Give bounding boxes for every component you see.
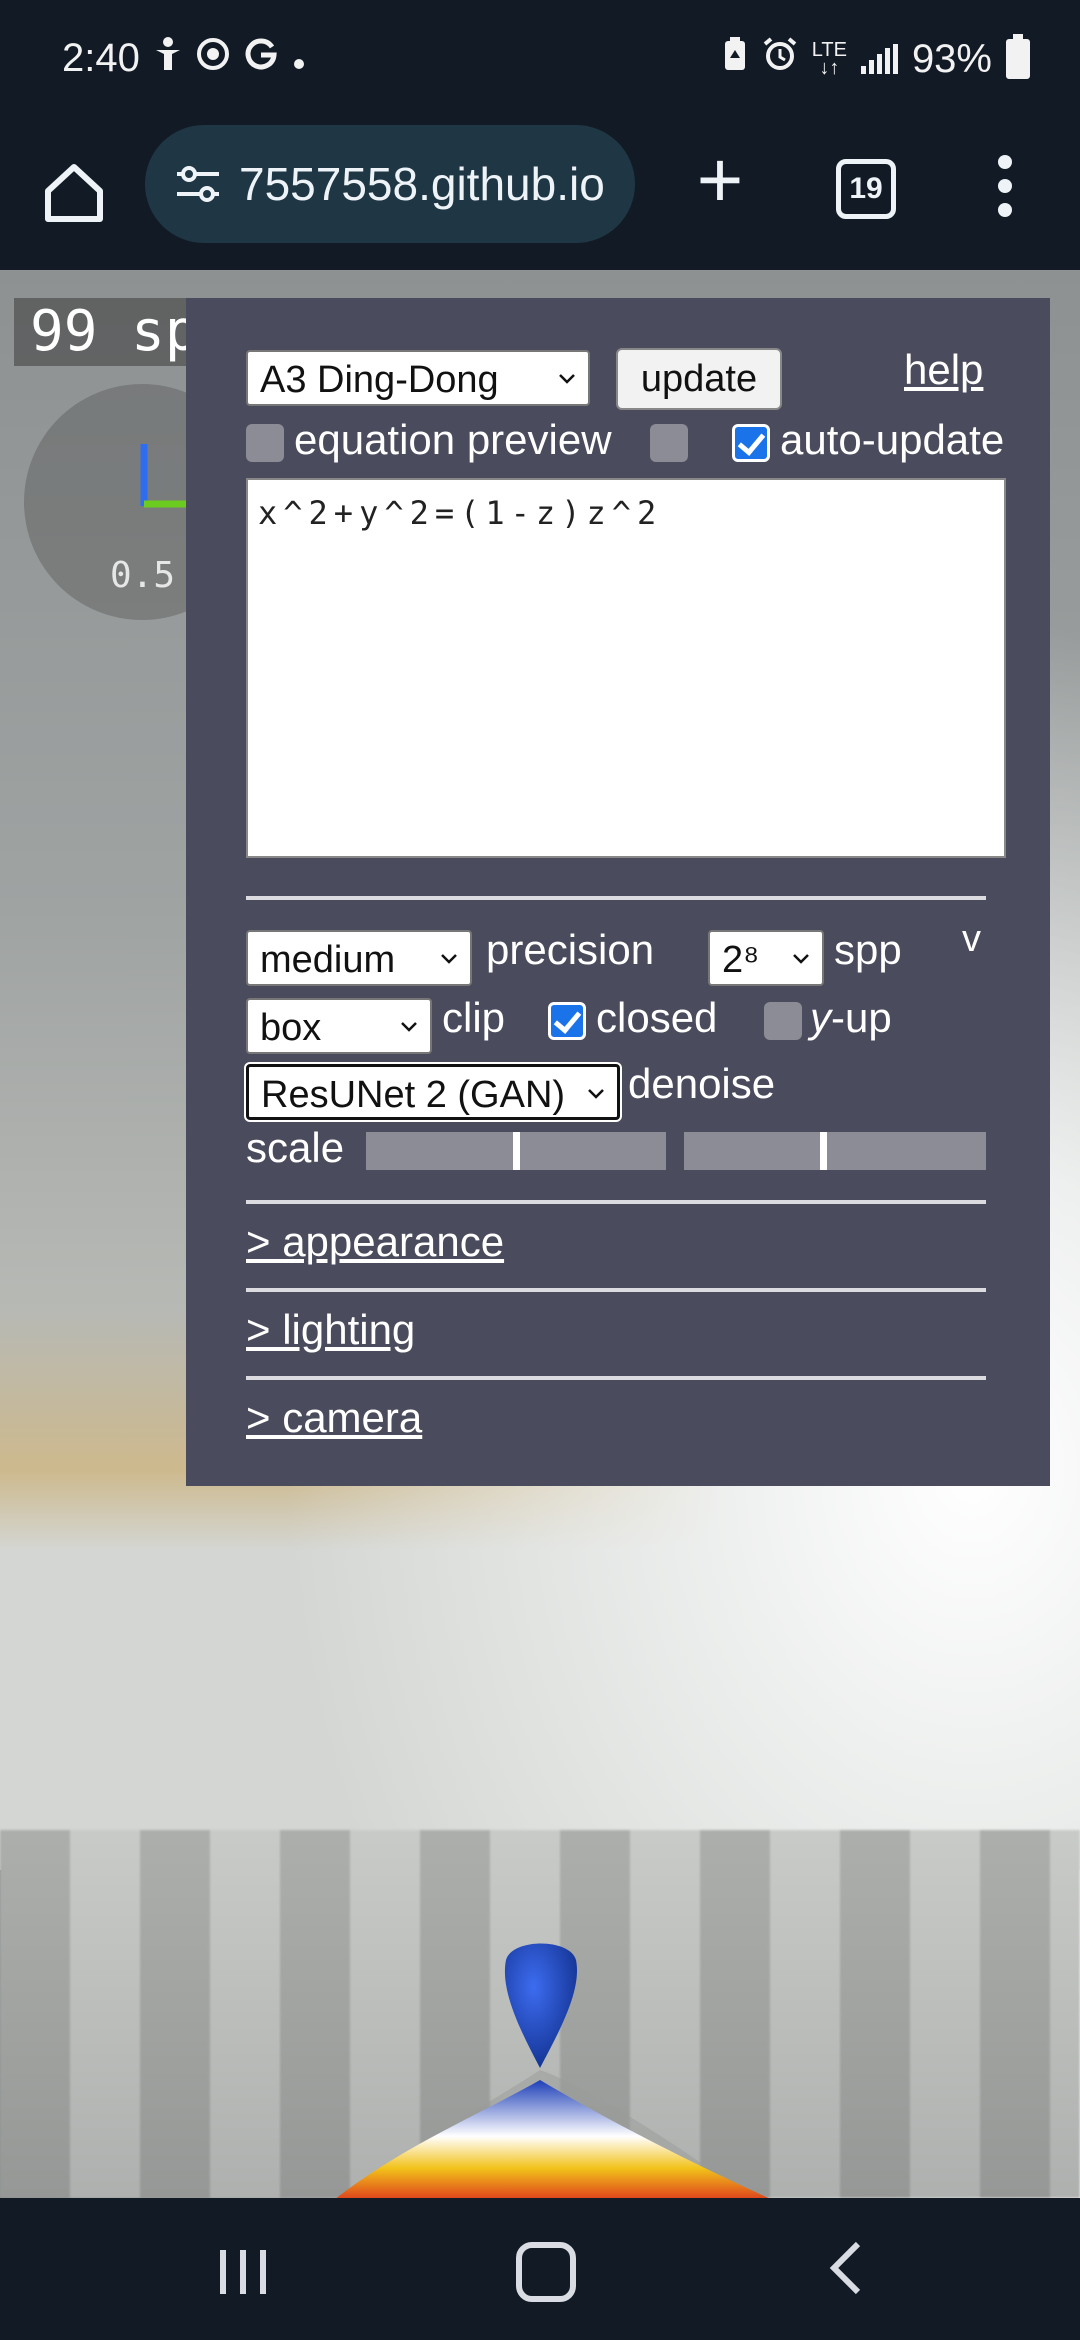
status-bar: 2:40 LTE ↓↑ 93% [0,0,1080,125]
battery-icon [1006,34,1030,79]
battery-saver-icon [722,36,748,82]
system-navigation-bar [0,2198,1080,2340]
control-panel: A3 Ding-Dong update help equation previe… [186,298,1050,1486]
equation-preview-checkbox[interactable] [246,424,284,462]
precision-label: precision [486,926,655,973]
plus-icon: + [696,135,744,224]
denoise-select-value: ResUNet 2 (GAN) [261,1074,566,1116]
clip-label: clip [442,994,506,1041]
y-up-checkbox[interactable] [764,1002,802,1040]
signal-icon [860,44,898,74]
divider [246,1288,986,1292]
equation-text: x^2+y^2=(1-z)z^2 [258,494,663,532]
clip-select-value: box [260,1007,322,1049]
tab-switcher-button[interactable]: 19 [836,159,896,219]
url-text: 7557558.github.io [239,158,605,210]
home-icon [45,164,103,222]
back-button[interactable] [826,2240,866,2301]
equation-input[interactable]: x^2+y^2=(1-z)z^2 [246,478,1006,858]
lte-text: LTE [811,39,847,61]
tab-count: 19 [849,172,883,205]
screen-record-icon [196,37,230,80]
camera-section-link[interactable]: > camera [246,1394,422,1442]
divider [246,1376,986,1380]
alarm-icon [762,36,798,82]
scale-label: scale [246,1124,345,1171]
clip-select[interactable]: box [246,998,432,1054]
y-up-label-axis: y [810,994,831,1041]
status-time: 2:40 [62,36,140,80]
denoise-select[interactable]: ResUNet 2 (GAN) [244,1062,622,1122]
extra-toggle-checkbox[interactable] [650,424,688,462]
more-options-button[interactable] [990,155,1020,225]
equation-preview-label: equation preview [294,416,612,463]
precision-select[interactable]: medium [246,930,472,986]
status-right: LTE ↓↑ 93% [722,34,1030,82]
slider-thumb[interactable] [819,1132,827,1170]
update-button[interactable]: update [616,348,782,410]
scale-slider-primary[interactable] [366,1132,666,1170]
closed-label: closed [596,994,718,1041]
gizmo-scale-label: 0.5 [110,555,176,596]
recents-icon [220,2250,266,2294]
spp-label: spp [834,926,902,973]
notification-dot-icon [292,38,306,80]
rendered-surface [336,1943,769,2198]
preset-select-value: A3 Ding-Dong [260,359,499,401]
chevron-down-icon [793,954,809,964]
spp-select[interactable]: 2⁸ [708,930,824,986]
accessibility-icon [154,37,182,80]
address-bar[interactable]: 7557558.github.io [145,125,635,243]
help-link[interactable]: help [904,346,983,394]
google-icon [244,37,278,80]
chevron-down-icon [559,374,575,384]
y-up-label-suffix: -up [831,994,892,1041]
battery-percent: 93% [911,36,992,81]
home-button[interactable] [34,153,114,233]
status-left: 2:40 [62,36,306,81]
version-marker: v [962,918,981,960]
chevron-down-icon [588,1089,604,1099]
home-nav-button[interactable] [516,2242,576,2302]
lighting-section-link[interactable]: > lighting [246,1306,415,1354]
site-settings-icon[interactable] [173,159,223,209]
browser-toolbar: 7557558.github.io + 19 [0,125,1080,270]
closed-checkbox[interactable] [548,1002,586,1040]
slider-thumb[interactable] [513,1132,520,1170]
preset-select[interactable]: A3 Ding-Dong [246,350,590,406]
y-up-label: y-up [810,994,892,1042]
recents-button[interactable] [218,2246,268,2303]
auto-update-label: auto-update [780,416,1005,463]
divider [246,1200,986,1204]
spp-select-value: 2⁸ [722,939,760,981]
denoise-label: denoise [628,1060,776,1107]
chevron-down-icon [401,1022,417,1032]
chevron-down-icon [441,954,457,964]
auto-update-checkbox[interactable] [732,424,770,462]
scale-slider-secondary[interactable] [684,1132,986,1170]
back-icon [829,2241,861,2295]
divider [246,896,986,900]
new-tab-button[interactable]: + [680,135,760,225]
lte-icon: LTE ↓↑ [811,39,847,79]
appearance-section-link[interactable]: > appearance [246,1218,504,1266]
precision-select-value: medium [260,939,396,981]
